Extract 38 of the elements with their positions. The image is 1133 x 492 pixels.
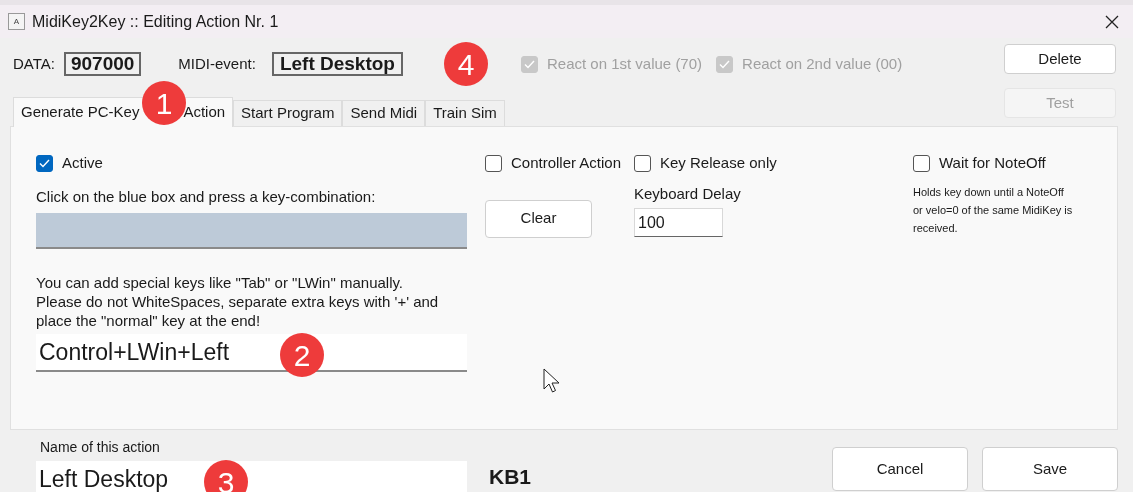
checkbox-label: Controller Action	[511, 153, 622, 173]
clear-button[interactable]: Clear	[485, 199, 592, 238]
checkbox-label: Key Release only	[660, 153, 777, 173]
checkmark-icon	[523, 59, 535, 69]
checkmark-icon	[719, 59, 731, 69]
special-keys-hint: You can add special keys like "Tab" or "LWin" manually. Please do not WhiteSpaces, separate extra keys with '+' and place the "normal" key at the end!	[36, 273, 440, 330]
action-code: KB1	[489, 464, 531, 490]
key-prompt: Click on the blue box and press a key-combination:	[36, 186, 377, 207]
data-value: 907000	[63, 52, 142, 76]
checkbox-label: Active	[62, 153, 103, 173]
keyboard-delay-field[interactable]: 100	[634, 208, 723, 237]
cancel-button[interactable]: Cancel	[832, 447, 968, 491]
tab-label: Generate PC-Key	[21, 102, 140, 123]
checkmark-icon	[39, 158, 50, 168]
mouse-pointer-icon	[543, 368, 561, 394]
data-label: DATA:	[13, 53, 55, 74]
tab[interactable]: Send Midi	[342, 100, 426, 126]
keyboard-delay-label: Keyboard Delay	[634, 183, 742, 204]
checkbox-label: Wait for NoteOff	[939, 153, 1046, 173]
checkbox[interactable]	[634, 154, 651, 172]
checkbox-label: React on 1st value (70)	[546, 53, 703, 74]
checkbox[interactable]	[36, 154, 53, 172]
callout-overlay: 4	[444, 42, 488, 86]
noteoff-hint: Holds key down until a NoteOff or velo=0 of the same MidiKey is received.	[913, 184, 1073, 236]
callout-overlay: 3	[204, 460, 248, 492]
save-button[interactable]: Save	[982, 447, 1118, 491]
close-icon[interactable]	[1105, 14, 1119, 29]
tab[interactable]: Start Program	[233, 100, 343, 126]
name-label: Name of this action	[39, 438, 161, 457]
tab[interactable]: Train Sim	[425, 100, 505, 126]
checkbox[interactable]	[913, 154, 930, 172]
midi-event-label: MIDI-event:	[178, 53, 256, 74]
midi-event-value: Left Desktop	[271, 52, 403, 76]
delete-button[interactable]: Delete	[1004, 44, 1116, 74]
window-title: MidiKey2Key :: Editing Action Nr. 1	[32, 11, 279, 32]
checkbox[interactable]	[485, 154, 502, 172]
app-icon: A	[8, 13, 25, 30]
checkbox-label: React on 2nd value (00)	[742, 53, 903, 74]
